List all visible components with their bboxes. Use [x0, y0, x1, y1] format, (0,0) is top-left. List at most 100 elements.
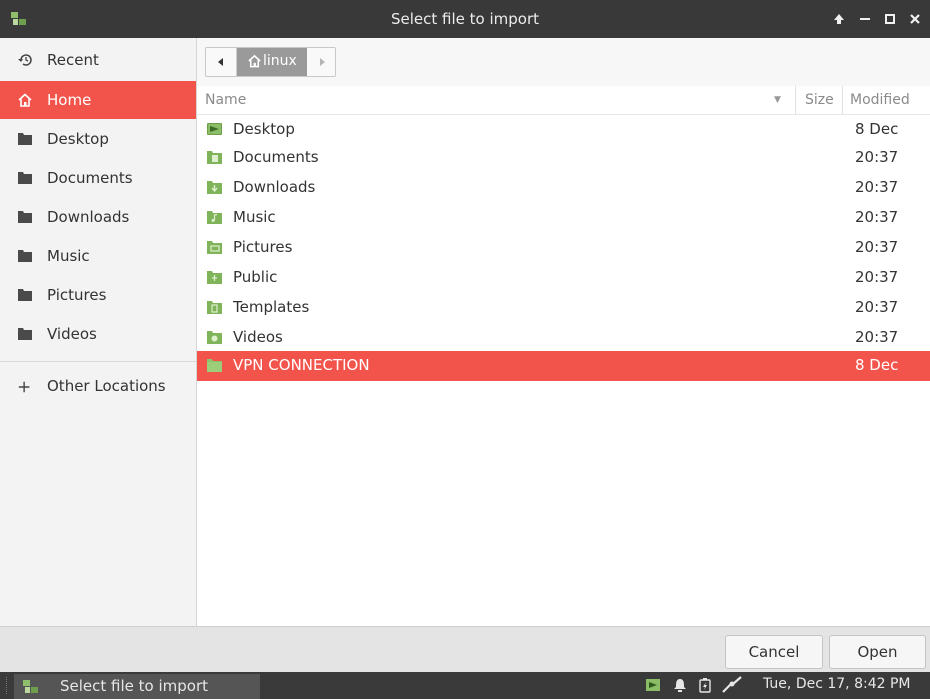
file-modified: 20:37 [855, 268, 899, 286]
folder-icon [18, 250, 32, 262]
file-modified: 20:37 [855, 148, 899, 166]
sidebar-item-downloads[interactable]: Downloads [0, 198, 196, 236]
file-modified: 20:37 [855, 178, 899, 196]
file-name: Public [233, 268, 278, 286]
file-row[interactable]: Videos 20:37 [197, 323, 930, 353]
file-row[interactable]: Music 20:37 [197, 203, 930, 233]
clock[interactable]: Tue, Dec 17, 8:42 PM [763, 676, 910, 692]
file-modified: 20:37 [855, 238, 899, 256]
recent-icon [18, 54, 32, 66]
file-modified: 20:37 [855, 208, 899, 226]
desktop-folder-icon [207, 123, 222, 135]
file-modified: 8 Dec [855, 356, 899, 374]
videos-folder-icon [207, 331, 222, 344]
sidebar-item-videos[interactable]: Videos [0, 315, 196, 353]
documents-folder-icon [207, 151, 222, 164]
sort-descending-icon: ▼ [774, 95, 781, 105]
public-folder-icon [207, 271, 222, 284]
file-row-selected[interactable]: VPN CONNECTION 8 Dec [197, 351, 930, 381]
path-buttons: linux [205, 47, 336, 77]
file-name: Videos [233, 328, 283, 346]
folder-icon [18, 133, 32, 145]
path-bar: linux [197, 38, 930, 86]
sidebar-item-recent[interactable]: Recent [0, 41, 196, 79]
keep-above-button[interactable] [829, 8, 849, 30]
battery-icon[interactable] [698, 678, 712, 693]
close-icon [910, 14, 920, 24]
file-modified: 8 Dec [855, 120, 899, 138]
title-bar: Select file to import [0, 0, 930, 38]
file-row[interactable]: Public 20:37 [197, 263, 930, 293]
sidebar-item-documents[interactable]: Documents [0, 159, 196, 197]
sidebar-item-label: Videos [47, 325, 97, 343]
taskbar-window-label: Select file to import [60, 677, 209, 695]
sidebar-item-label: Downloads [47, 208, 130, 226]
dialog-action-bar: Cancel Open [0, 626, 930, 673]
file-row[interactable]: Templates 20:37 [197, 293, 930, 323]
sidebar-item-pictures[interactable]: Pictures [0, 276, 196, 314]
folder-icon [18, 172, 32, 184]
cancel-button[interactable]: Cancel [725, 635, 823, 669]
sidebar-item-home[interactable]: Home [0, 81, 196, 119]
templates-folder-icon [207, 301, 222, 314]
sidebar-item-label: Recent [47, 51, 99, 69]
column-header-modified[interactable]: Modified [842, 86, 930, 114]
file-row[interactable]: Pictures 20:37 [197, 233, 930, 263]
sidebar-item-label: Desktop [47, 130, 109, 148]
file-modified: 20:37 [855, 328, 899, 346]
downloads-folder-icon [207, 181, 222, 194]
maximize-button[interactable] [880, 8, 900, 30]
maximize-icon [885, 14, 895, 24]
file-modified: 20:37 [855, 298, 899, 316]
taskbar-window-button[interactable]: Select file to import [14, 674, 260, 699]
taskbar-handle[interactable] [6, 677, 11, 694]
column-header-size[interactable]: Size [795, 86, 842, 114]
sidebar-item-label: Home [47, 91, 92, 109]
sidebar-item-label: Music [47, 247, 90, 265]
path-back-button[interactable] [206, 48, 237, 76]
file-name: VPN CONNECTION [233, 356, 370, 374]
notification-bell-icon[interactable] [673, 678, 687, 693]
file-row[interactable]: Desktop 8 Dec [197, 115, 930, 145]
file-name: Pictures [233, 238, 293, 256]
chevron-right-icon [319, 58, 325, 66]
folder-icon [18, 328, 32, 340]
folder-icon [207, 359, 222, 372]
path-home-label: linux [263, 53, 297, 69]
close-button[interactable] [905, 8, 925, 30]
pictures-folder-icon [207, 241, 222, 254]
sidebar-item-label: Other Locations [47, 377, 166, 395]
file-name: Templates [233, 298, 310, 316]
path-forward-button[interactable] [308, 48, 335, 76]
sidebar-item-desktop[interactable]: Desktop [0, 120, 196, 158]
folder-icon [18, 211, 32, 223]
taskbar: Select file to import Tue, Dec 17, 8:42 … [0, 672, 930, 699]
file-name: Desktop [233, 120, 295, 138]
file-list: Name ▼ Size Modified Desktop 8 Dec Docum… [197, 86, 930, 626]
path-home-button[interactable]: linux [237, 48, 307, 76]
sidebar-item-other-locations[interactable]: Other Locations [0, 367, 196, 405]
minimize-icon [860, 18, 870, 20]
file-row[interactable]: Documents 20:37 [197, 143, 930, 173]
plus-icon [18, 381, 30, 393]
minimize-button[interactable] [855, 8, 875, 30]
home-icon [248, 54, 261, 68]
column-headers: Name ▼ Size Modified [197, 86, 930, 115]
music-folder-icon [207, 211, 222, 224]
sidebar-separator [0, 361, 196, 362]
sidebar-item-label: Documents [47, 169, 133, 187]
file-name: Music [233, 208, 276, 226]
desktop-tray-icon[interactable] [645, 678, 661, 693]
network-disconnected-icon[interactable] [721, 676, 745, 694]
window-title: Select file to import [390, 10, 539, 28]
app-icon [23, 680, 38, 693]
places-sidebar: Recent Home Desktop Documents Downloads … [0, 38, 197, 626]
sidebar-item-music[interactable]: Music [0, 237, 196, 275]
home-icon [18, 93, 32, 107]
open-button[interactable]: Open [829, 635, 926, 669]
column-header-name[interactable]: Name [205, 92, 246, 108]
file-name: Documents [233, 148, 319, 166]
arrow-up-icon [834, 14, 844, 24]
folder-icon [18, 289, 32, 301]
file-row[interactable]: Downloads 20:37 [197, 173, 930, 203]
